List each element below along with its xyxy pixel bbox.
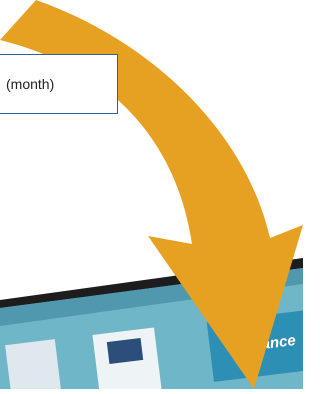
- period-label: (month): [6, 76, 55, 92]
- illustration: liance (month): [0, 0, 314, 394]
- thumbnail-product-1: [5, 339, 61, 394]
- period-label-box: (month): [0, 54, 118, 114]
- thumbnail-device: [106, 338, 144, 364]
